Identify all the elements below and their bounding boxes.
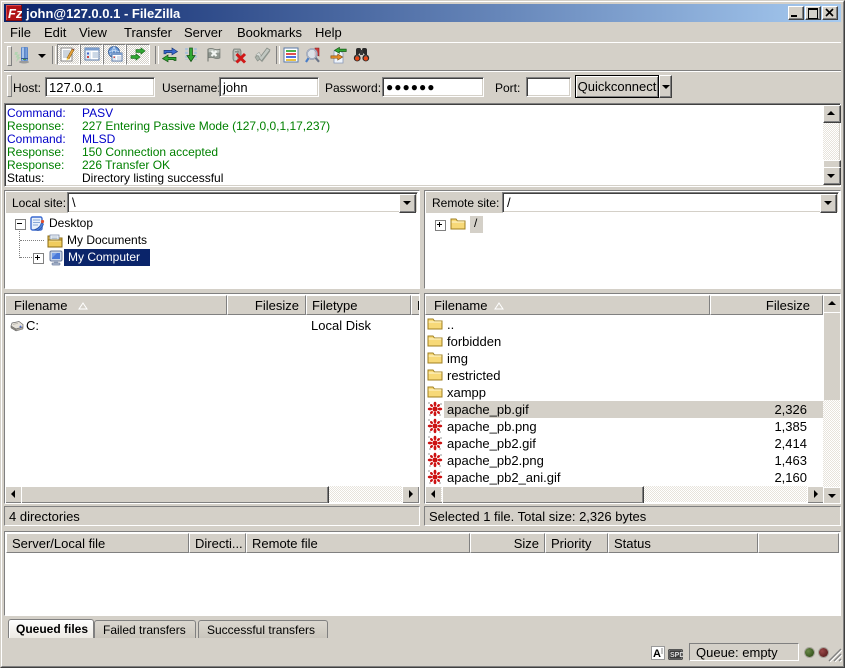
svg-text:Fz: Fz [8,6,22,21]
svg-text:A: A [653,648,661,660]
svg-text:SPD: SPD [670,652,683,659]
